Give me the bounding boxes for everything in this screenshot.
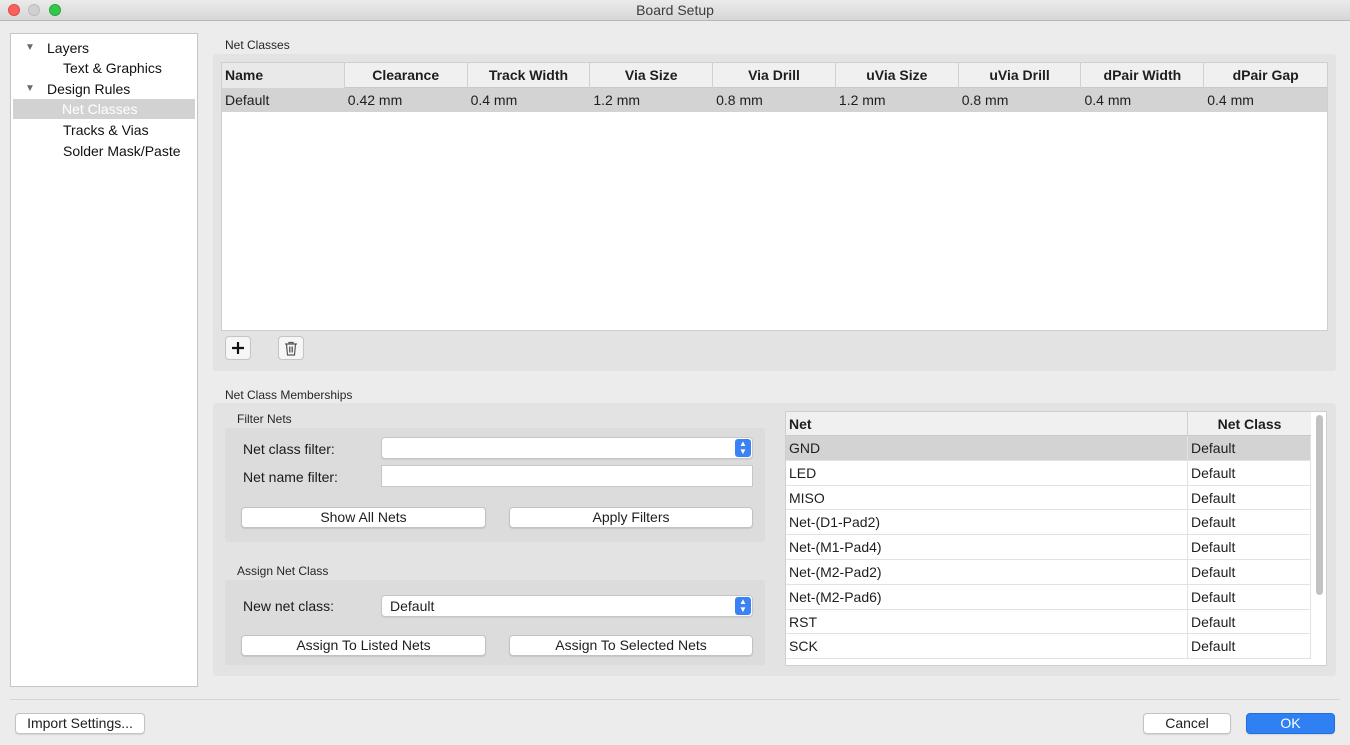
net-class-cell: Default bbox=[1188, 485, 1311, 510]
updown-chevron-icon: ▲ ▼ bbox=[735, 439, 751, 457]
updown-chevron-icon: ▲ ▼ bbox=[735, 597, 751, 615]
settings-tree: ▼ Layers Text & Graphics ▼ Design Rules … bbox=[10, 33, 198, 687]
tree-item-text-graphics[interactable]: Text & Graphics bbox=[63, 58, 162, 78]
filter-nets-label: Filter Nets bbox=[237, 412, 292, 426]
table-row[interactable]: GND Default bbox=[786, 436, 1311, 461]
tree-item-net-classes[interactable]: Net Classes bbox=[13, 99, 195, 119]
grid-cell[interactable]: 0.4 mm bbox=[1081, 88, 1204, 112]
tree-item-design-rules[interactable]: Design Rules bbox=[47, 79, 130, 99]
grid-cell[interactable]: 0.8 mm bbox=[713, 88, 836, 112]
net-class-cell: Default bbox=[1188, 510, 1311, 535]
net-name-cell: LED bbox=[786, 460, 1188, 485]
grid-cell[interactable]: 0.8 mm bbox=[959, 88, 1082, 112]
net-class-filter-label: Net class filter: bbox=[243, 441, 335, 457]
delete-net-class-button[interactable] bbox=[278, 336, 304, 360]
tree-item-layers[interactable]: Layers bbox=[47, 38, 89, 58]
tree-item-tracks-vias[interactable]: Tracks & Vias bbox=[63, 120, 149, 140]
net-table-body: GND Default LED Default MISO Default Net-(D… bbox=[786, 436, 1311, 660]
net-class-cell: Default bbox=[1188, 460, 1311, 485]
net-class-cell: Default bbox=[1188, 436, 1311, 460]
grid-cell[interactable]: 0.4 mm bbox=[468, 88, 591, 112]
column-header[interactable]: Clearance bbox=[345, 63, 468, 88]
table-row[interactable]: Net-(D1-Pad2) Default bbox=[786, 510, 1311, 536]
table-row[interactable]: Net-(M2-Pad6) Default bbox=[786, 584, 1311, 610]
footer-divider bbox=[10, 699, 1340, 700]
new-net-class-dropdown[interactable]: Default ▲ ▼ bbox=[381, 595, 753, 617]
column-header[interactable]: Via Size bbox=[590, 63, 714, 88]
net-table-header: Net Net Class bbox=[786, 412, 1311, 436]
grid-cell[interactable]: 1.2 mm bbox=[836, 88, 959, 112]
net-class-cell: Default bbox=[1188, 634, 1311, 659]
net-name-cell: Net-(D1-Pad2) bbox=[786, 510, 1188, 535]
window-title: Board Setup bbox=[636, 2, 714, 18]
column-header[interactable]: Net bbox=[786, 412, 1188, 436]
column-header[interactable]: Name bbox=[222, 63, 345, 88]
column-header[interactable]: uVia Drill bbox=[959, 63, 1082, 88]
ok-button[interactable]: OK bbox=[1246, 713, 1335, 734]
trash-icon bbox=[285, 341, 297, 356]
net-name-cell: SCK bbox=[786, 634, 1188, 659]
column-header[interactable]: uVia Size bbox=[836, 63, 959, 88]
grid-cell[interactable]: 0.4 mm bbox=[1204, 88, 1327, 112]
plus-icon bbox=[232, 342, 244, 354]
expand-triangle-icon[interactable]: ▼ bbox=[25, 83, 35, 94]
vertical-scrollbar[interactable] bbox=[1316, 415, 1323, 595]
table-row[interactable]: LED Default bbox=[786, 460, 1311, 486]
net-name-cell: Net-(M2-Pad6) bbox=[786, 584, 1188, 609]
net-name-cell: Net-(M2-Pad2) bbox=[786, 559, 1188, 584]
table-row[interactable]: MISO Default bbox=[786, 485, 1311, 511]
memberships-section-label: Net Class Memberships bbox=[225, 388, 353, 402]
new-net-class-label: New net class: bbox=[243, 598, 335, 614]
column-header[interactable]: Net Class bbox=[1188, 412, 1311, 436]
grid-cell[interactable]: 1.2 mm bbox=[590, 88, 713, 112]
table-row[interactable]: SCK Default bbox=[786, 634, 1311, 660]
cancel-button[interactable]: Cancel bbox=[1143, 713, 1231, 734]
table-row[interactable]: Net-(M2-Pad2) Default bbox=[786, 559, 1311, 585]
grid-header: Name Clearance Track Width Via Size Via … bbox=[222, 63, 1327, 88]
table-row[interactable]: RST Default bbox=[786, 609, 1311, 635]
import-settings-button[interactable]: Import Settings... bbox=[15, 713, 145, 734]
column-header[interactable]: Track Width bbox=[468, 63, 591, 88]
title-bar: Board Setup bbox=[0, 0, 1350, 21]
tree-item-solder-mask-paste[interactable]: Solder Mask/Paste bbox=[63, 141, 181, 161]
net-name-cell: RST bbox=[786, 609, 1188, 634]
net-class-cell: Default bbox=[1188, 535, 1311, 559]
net-name-cell: Net-(M1-Pad4) bbox=[786, 535, 1188, 559]
expand-triangle-icon[interactable]: ▼ bbox=[25, 42, 35, 53]
net-name-filter-label: Net name filter: bbox=[243, 469, 338, 485]
net-membership-table[interactable]: Net Net Class GND Default LED Default MISO… bbox=[785, 411, 1327, 666]
net-class-cell: Default bbox=[1188, 559, 1311, 584]
grid-cell[interactable]: Default bbox=[222, 88, 345, 112]
column-header[interactable]: dPair Gap bbox=[1204, 63, 1327, 88]
grid-cell[interactable]: 0.42 mm bbox=[345, 88, 468, 112]
net-class-cell: Default bbox=[1188, 609, 1311, 634]
net-name-cell: MISO bbox=[786, 485, 1188, 510]
net-class-cell: Default bbox=[1188, 584, 1311, 609]
table-row[interactable]: Default 0.42 mm 0.4 mm 1.2 mm 0.8 mm 1.2… bbox=[222, 88, 1327, 112]
add-net-class-button[interactable] bbox=[225, 336, 251, 360]
net-name-filter-input[interactable] bbox=[381, 465, 753, 487]
net-classes-grid[interactable]: Name Clearance Track Width Via Size Via … bbox=[221, 62, 1328, 331]
table-row[interactable]: Net-(M1-Pad4) Default bbox=[786, 535, 1311, 560]
net-name-cell: GND bbox=[786, 436, 1188, 460]
new-net-class-value: Default bbox=[390, 598, 435, 614]
column-header[interactable]: dPair Width bbox=[1081, 63, 1205, 88]
assign-to-listed-nets-button[interactable]: Assign To Listed Nets bbox=[241, 635, 486, 656]
show-all-nets-button[interactable]: Show All Nets bbox=[241, 507, 486, 528]
net-class-filter-dropdown[interactable]: ▲ ▼ bbox=[381, 437, 753, 459]
net-classes-section-label: Net Classes bbox=[225, 38, 290, 52]
column-header[interactable]: Via Drill bbox=[713, 63, 836, 88]
apply-filters-button[interactable]: Apply Filters bbox=[509, 507, 753, 528]
assign-net-class-label: Assign Net Class bbox=[237, 564, 329, 578]
assign-to-selected-nets-button[interactable]: Assign To Selected Nets bbox=[509, 635, 753, 656]
